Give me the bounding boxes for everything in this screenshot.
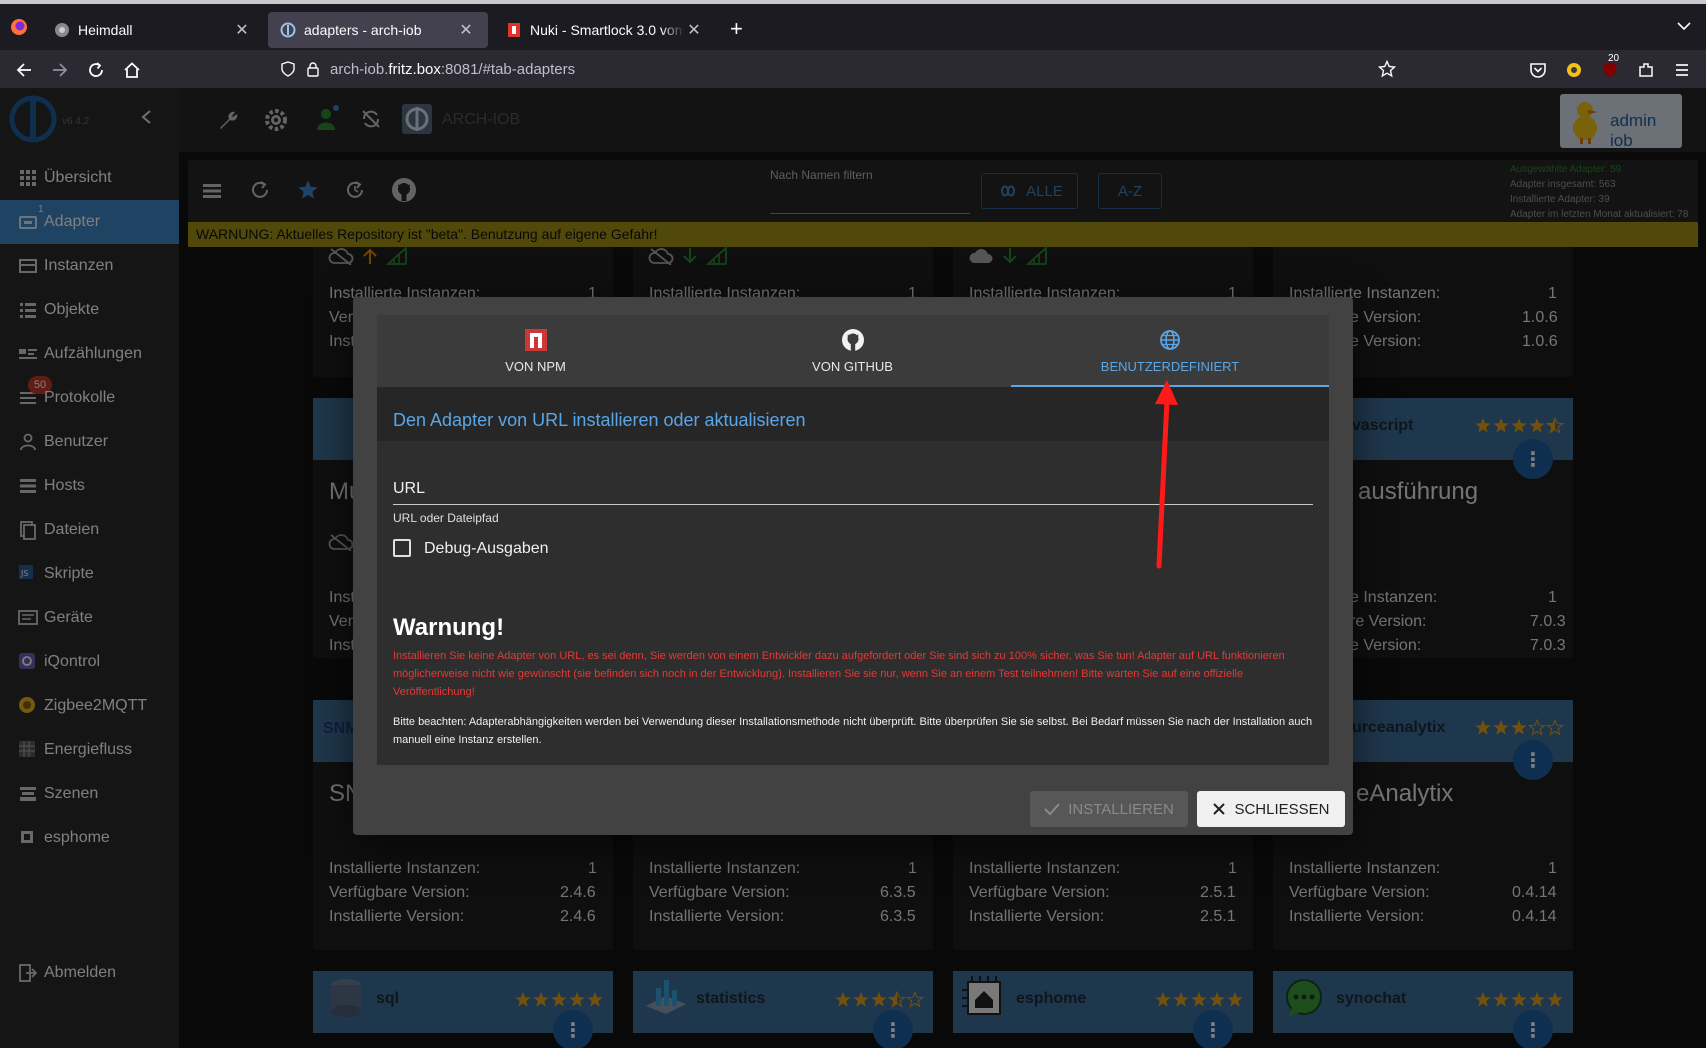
pocket-icon[interactable] (1526, 58, 1550, 82)
close-tab-icon[interactable]: ✕ (456, 20, 476, 40)
dialog-heading: Den Adapter von URL installieren oder ak… (393, 410, 806, 430)
dependency-note: Bitte beachten: Adapterabhängigkeiten we… (393, 716, 1313, 746)
warning-title: Warnung! (393, 614, 505, 641)
npm-icon (524, 329, 547, 351)
tab-label: VON GITHUB (812, 359, 893, 374)
close-tab-icon[interactable]: ✕ (684, 20, 704, 40)
dialog-heading-bar: Den Adapter von URL installieren oder ak… (377, 387, 1329, 441)
home-icon[interactable] (120, 58, 144, 82)
url-host: arch-iob. (330, 60, 389, 78)
url-domain: fritz.box (388, 60, 441, 78)
heimdall-favicon-icon (54, 22, 70, 38)
install-source-tabs: VON NPM VON GITHUB BENUTZERDEFINIERT (377, 315, 1329, 387)
tab-title: Heimdall (78, 22, 133, 38)
shield-icon[interactable] (280, 61, 296, 77)
check-icon (1044, 803, 1060, 816)
close-tab-icon[interactable]: ✕ (232, 20, 252, 40)
warning-text: Installieren Sie keine Adapter von URL, … (393, 650, 1285, 698)
install-button[interactable]: INSTALLIEREN (1030, 791, 1188, 827)
tab-title: adapters - arch-iob (304, 22, 422, 38)
tab-label: BENUTZERDEFINIERT (1100, 359, 1240, 374)
tab-von-github[interactable]: VON GITHUB (694, 315, 1011, 387)
extensions-icon[interactable] (1634, 58, 1658, 82)
url-rest: :8081/#tab-adapters (440, 60, 576, 78)
back-icon[interactable] (12, 58, 36, 82)
firefox-menu-icon[interactable] (10, 18, 28, 36)
github-icon (841, 329, 864, 351)
tab-heimdall[interactable]: Heimdall ✕ (42, 12, 264, 48)
lock-icon[interactable] (306, 61, 320, 77)
debug-checkbox-label[interactable]: Debug-Ausgaben (424, 540, 549, 558)
new-tab-button[interactable]: + (730, 16, 743, 42)
tab-nuki[interactable]: Nuki - Smartlock 3.0 vom in ✕ (494, 12, 716, 48)
tab-title: Nuki - Smartlock 3.0 vom in (530, 22, 684, 38)
close-button[interactable]: SCHLIESSEN (1197, 791, 1345, 827)
debug-checkbox[interactable] (393, 539, 411, 557)
install-button-label: INSTALLIEREN (1068, 800, 1174, 818)
hamburger-menu-icon[interactable] (1670, 58, 1694, 82)
notification-count: 20 (1608, 53, 1620, 64)
browser-tab-bar: Heimdall ✕ adapters - arch-iob ✕ Nuki - … (0, 0, 1706, 50)
forward-icon[interactable] (48, 58, 72, 82)
bookmark-star-icon[interactable] (1378, 60, 1396, 78)
dialog-body: URL URL oder Dateipfad Debug-Ausgaben Wa… (377, 441, 1329, 765)
tab-adapters[interactable]: adapters - arch-iob ✕ (268, 12, 488, 48)
iobroker-favicon-icon (280, 22, 296, 38)
reload-icon[interactable] (84, 58, 108, 82)
close-icon (1213, 803, 1226, 815)
url-bar[interactable]: arch-iob. fritz.box:8081/#tab-adapters (266, 53, 1404, 85)
tab-von-npm[interactable]: VON NPM (377, 315, 694, 387)
extension-duck-icon[interactable] (1562, 58, 1586, 82)
list-all-tabs-icon[interactable] (1676, 18, 1692, 34)
url-helper-text: URL oder Dateipfad (393, 511, 499, 525)
annotation-arrow (1155, 380, 1178, 569)
globe-icon (1160, 330, 1180, 350)
nuki-favicon-icon (506, 22, 522, 38)
tab-benutzerdefiniert[interactable]: BENUTZERDEFINIERT (1011, 315, 1329, 387)
close-button-label: SCHLIESSEN (1234, 800, 1330, 818)
tab-label: VON NPM (505, 359, 566, 374)
